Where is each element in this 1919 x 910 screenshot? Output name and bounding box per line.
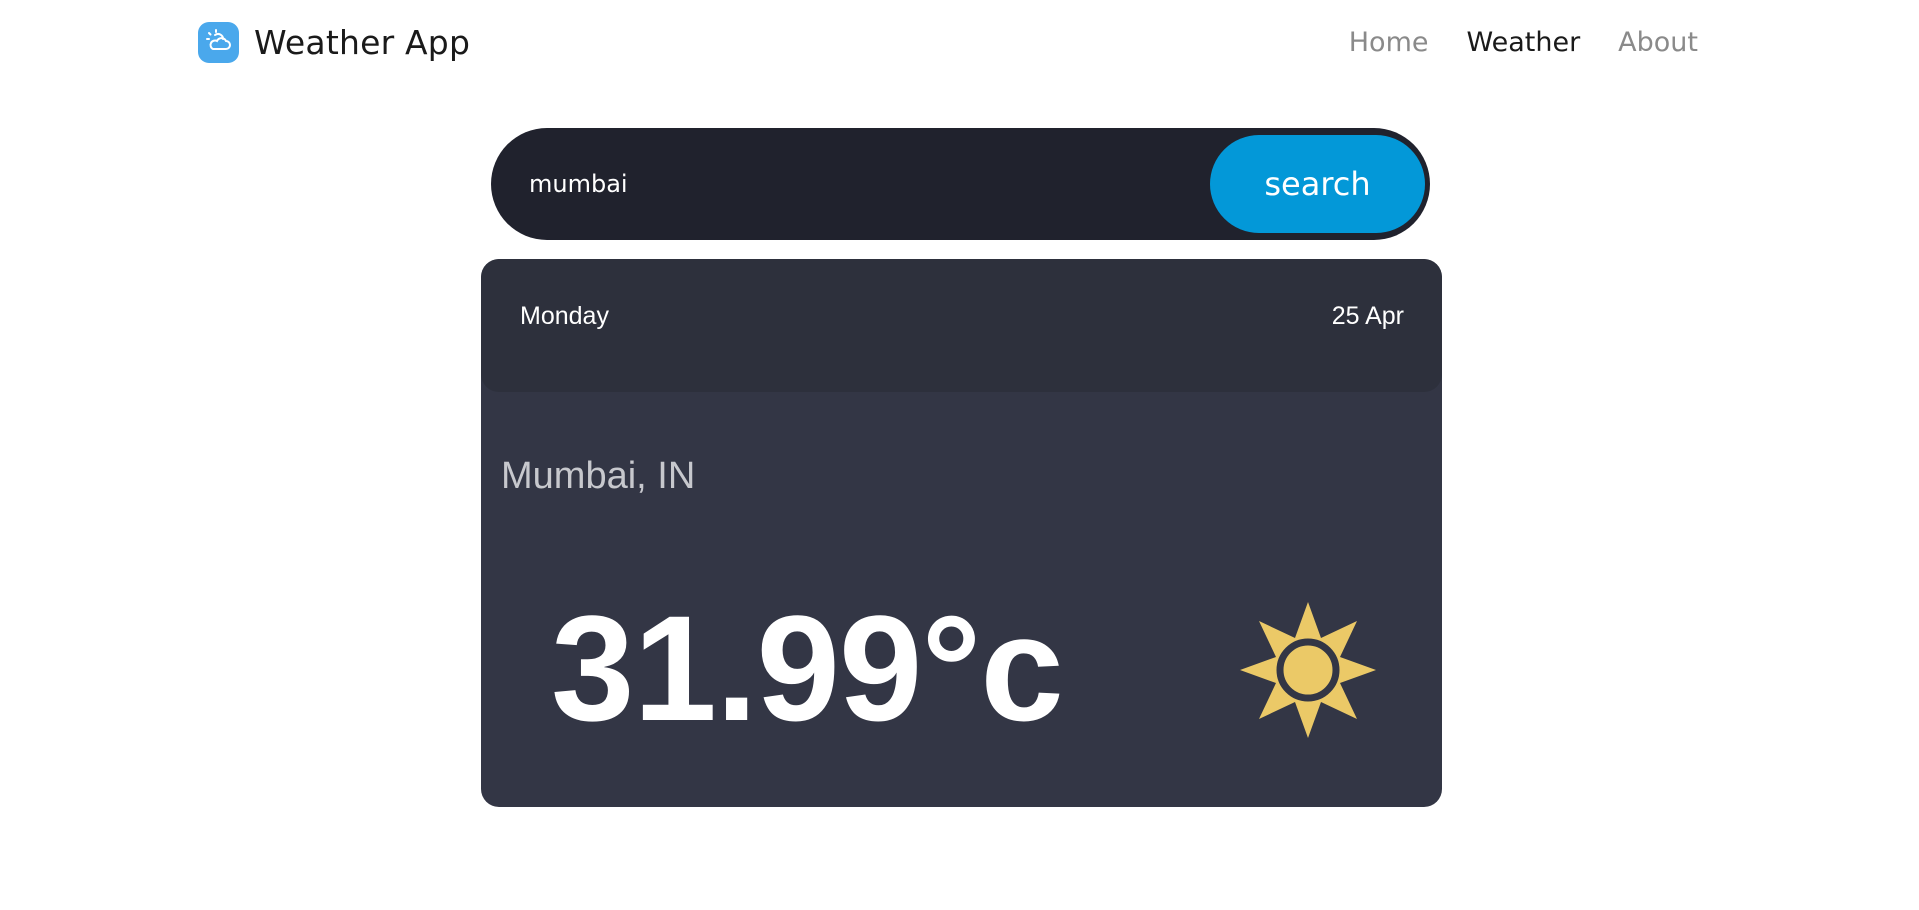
nav-link-about[interactable]: About (1618, 27, 1698, 58)
sun-icon (1240, 602, 1376, 738)
navbar: Weather App Home Weather About (198, 20, 1698, 64)
nav-links: Home Weather About (1349, 20, 1698, 64)
location-label: Mumbai, IN (501, 455, 696, 497)
weather-card-header: Monday 25 Apr (481, 259, 1442, 392)
city-search-input[interactable] (529, 154, 1129, 214)
brand-link[interactable]: Weather App (198, 20, 470, 64)
weather-logo-icon (198, 21, 239, 63)
nav-link-weather[interactable]: Weather (1466, 27, 1580, 58)
search-button[interactable]: search (1210, 135, 1425, 233)
temperature-value: 31.99°c (551, 584, 1064, 752)
search-bar: search (491, 128, 1430, 240)
weather-card: Monday 25 Apr Mumbai, IN 31.99°c (481, 259, 1442, 807)
day-label: Monday (520, 302, 609, 330)
nav-link-home[interactable]: Home (1349, 27, 1429, 58)
date-label: 25 Apr (1331, 302, 1404, 330)
brand-title: Weather App (254, 22, 471, 62)
page: Weather App Home Weather About search Mo… (0, 0, 1919, 910)
